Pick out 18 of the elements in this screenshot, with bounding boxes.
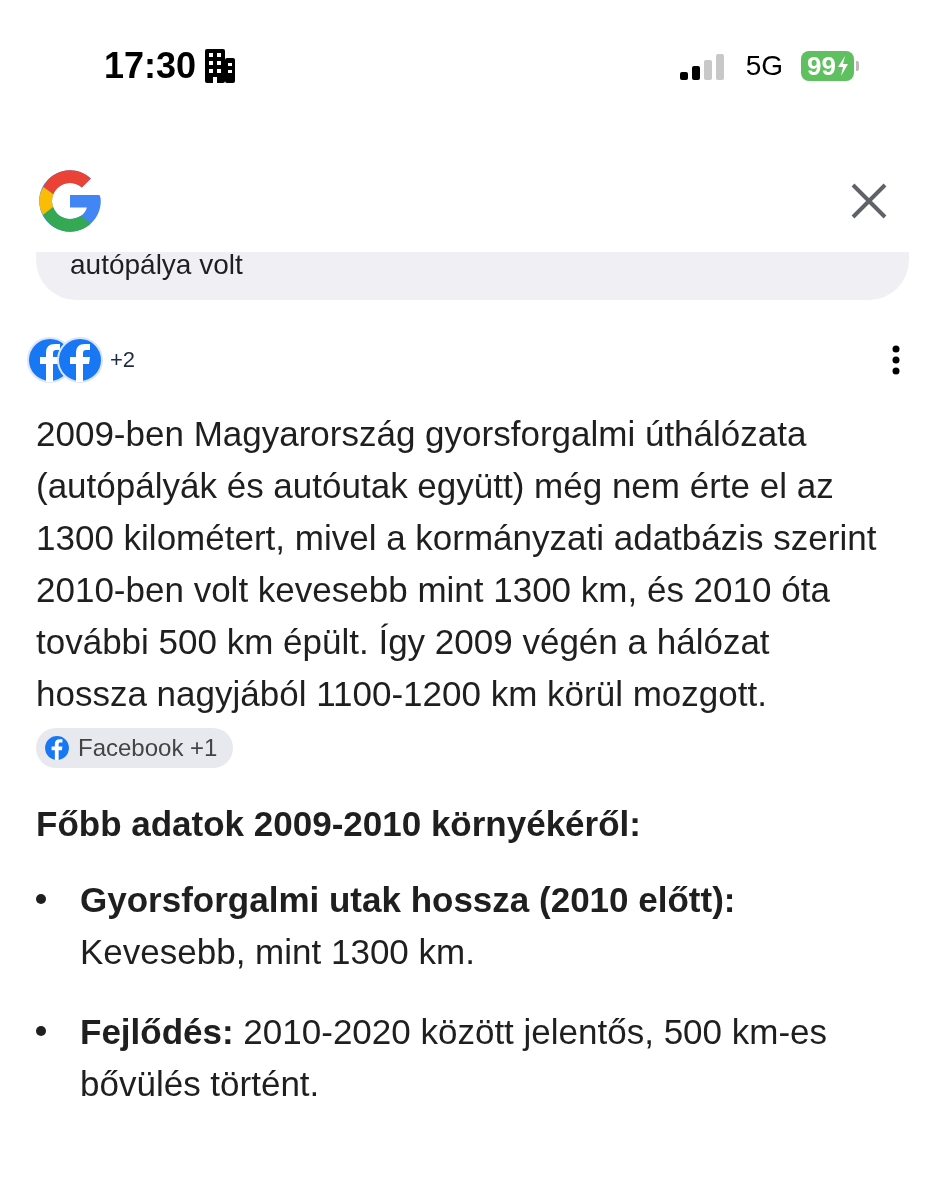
signal-icon [679, 52, 726, 80]
more-sources-count[interactable]: +2 [110, 347, 136, 373]
section-heading: Főbb adatok 2009-2010 környékéről: [36, 804, 642, 844]
clock-time: 17:30 [104, 45, 197, 87]
bullet-dot [36, 1026, 46, 1036]
facebook-source-icons[interactable] [26, 336, 106, 384]
source-chip[interactable]: Facebook +1 [36, 728, 234, 768]
building-icon [204, 48, 237, 84]
bullet-dot [36, 894, 46, 904]
query-text: autópálya volt [70, 250, 243, 280]
close-button[interactable] [849, 181, 889, 221]
bullet-text: Gyorsforgalmi utak hossza (2010 előtt): Kevesebb, mint 1300 km. [80, 879, 737, 973]
facebook-icon [44, 735, 70, 761]
answer-paragraph: 2009-ben Magyarország gyorsforgalmi úthálózata (autópályák és autóutak együtt) még nem érte el az 1300 kilométert, mivel a kormányzati adatbázis szerint 2010-ben volt kevesebb mint 1300 km, és 2010 óta további 500 km épült. Így 2009 végén a hálózat hossza nagyjából 1100-1200 km körül mozgott. [36, 413, 878, 715]
bullet-text: Fejlődés: 2010-2020 között jelentős, 500 km-es bővülés történt. [80, 1011, 829, 1105]
more-options-icon[interactable] [891, 345, 901, 375]
network-label: 5G [745, 50, 784, 82]
battery-indicator: 99 [801, 51, 854, 81]
